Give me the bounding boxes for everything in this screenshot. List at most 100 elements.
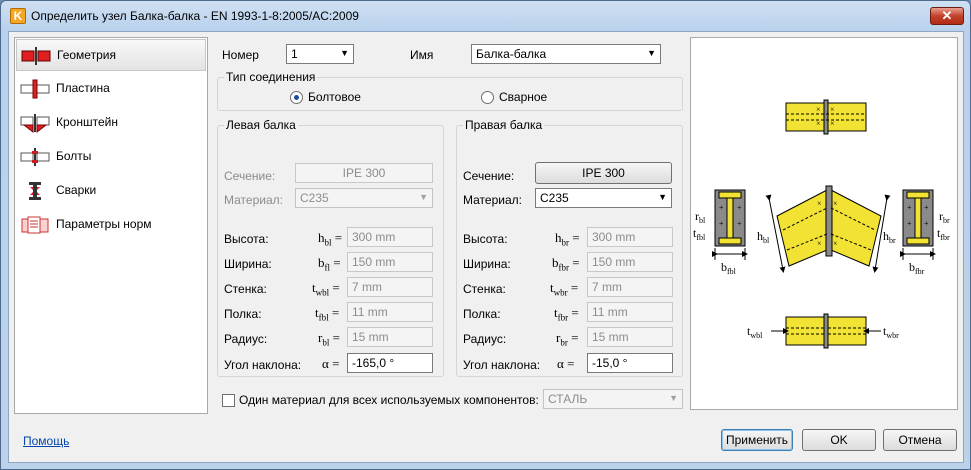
chevron-down-icon: ▼ (658, 192, 667, 202)
sidebar-item-label: Болты (56, 149, 92, 163)
bfbr-label: bfbr (909, 260, 925, 276)
right-section-view: + + + + (900, 189, 936, 260)
right-width-label: Ширина: (463, 257, 511, 271)
tfbr-label: tfbr (937, 226, 950, 242)
left-beam-title: Левая балка (224, 118, 298, 132)
welded-radio[interactable] (481, 91, 494, 104)
name-label: Имя (410, 48, 434, 62)
sidebar-item-code-params[interactable]: Параметры норм (16, 209, 206, 241)
left-material-value: C235 (300, 191, 329, 205)
title-bar[interactable]: K Определить узел Балка-балка - EN 1993-… (1, 1, 970, 31)
sidebar-item-bolts[interactable]: Болты (16, 141, 206, 173)
close-button[interactable]: ✕ (930, 7, 964, 25)
bracket-icon (20, 114, 50, 133)
right-section-label: Сечение: (463, 169, 515, 183)
number-value: 1 (291, 47, 298, 61)
single-material-label[interactable]: Один материал для всех используемых комп… (239, 393, 539, 407)
left-height-label: Высота: (224, 232, 269, 246)
number-label: Номер (222, 48, 259, 62)
name-value: Балка-балка (476, 47, 547, 61)
apply-button[interactable]: Применить (721, 429, 793, 451)
sidebar-item-geometry[interactable]: Геометрия (16, 39, 206, 71)
left-width-symbol: bfl = (318, 255, 341, 273)
elevation-view: × × × × (765, 185, 891, 273)
cancel-button[interactable]: Отмена (883, 429, 957, 451)
svg-text:×: × (833, 199, 838, 208)
welded-label[interactable]: Сварное (499, 90, 547, 104)
window-title: Определить узел Балка-балка - EN 1993-1-… (31, 9, 359, 23)
svg-text:+: + (924, 203, 929, 212)
chevron-down-icon: ▼ (669, 393, 678, 403)
ok-button[interactable]: OK (802, 429, 876, 451)
right-width-symbol: bfbr = (552, 255, 580, 273)
sidebar-item-label: Параметры норм (56, 217, 152, 231)
right-angle-input[interactable]: -15,0 ° (587, 353, 673, 373)
help-link[interactable]: Помощь (23, 434, 69, 448)
right-beam-title: Правая балка (463, 118, 545, 132)
svg-text:×: × (817, 239, 822, 248)
svg-text:+: + (907, 203, 912, 212)
sidebar-item-label: Пластина (56, 81, 110, 95)
hbl-label: hbl (757, 229, 770, 245)
svg-text:×: × (830, 105, 835, 114)
right-section-button[interactable]: IPE 300 (535, 162, 672, 184)
bolts-icon (20, 148, 50, 166)
welds-icon (29, 182, 41, 200)
single-material-dropdown: СТАЛЬ ▼ (543, 389, 683, 409)
left-width-field: 150 mm (347, 252, 433, 272)
left-web-label: Стенка: (224, 282, 267, 296)
left-angle-label: Угол наклона: (224, 358, 302, 372)
dialog-window: K Определить узел Балка-балка - EN 1993-… (0, 0, 971, 470)
sidebar-item-welds[interactable]: Сварки (16, 175, 206, 207)
right-angle-symbol: α = (557, 356, 575, 371)
rbl-label: rbl (695, 209, 706, 225)
left-web-symbol: twbl = (312, 280, 340, 298)
right-web-label: Стенка: (463, 282, 506, 296)
left-radius-symbol: rbl = (318, 330, 340, 348)
svg-text:×: × (833, 239, 838, 248)
chevron-down-icon: ▼ (340, 48, 349, 58)
left-width-label: Ширина: (224, 257, 272, 271)
bottom-view (771, 313, 881, 349)
left-angle-input[interactable]: -165,0 ° (347, 353, 433, 373)
sidebar-item-bracket[interactable]: Кронштейн (16, 107, 206, 139)
svg-text:+: + (719, 219, 724, 228)
sidebar: Геометрия Пластина Кронштейн Болты Сварк… (14, 37, 208, 414)
svg-text:+: + (719, 203, 724, 212)
left-section-view: + + + + (712, 189, 748, 260)
right-radius-symbol: rbr = (556, 330, 579, 348)
left-section-button: IPE 300 (295, 163, 433, 183)
left-radius-field: 15 mm (347, 327, 433, 347)
right-material-dropdown[interactable]: C235 ▼ (535, 188, 672, 208)
left-web-field: 7 mm (347, 277, 433, 297)
bfbl-label: bfbl (721, 260, 737, 276)
right-height-symbol: hbr = (555, 230, 580, 248)
bolted-label[interactable]: Болтовое (308, 90, 361, 104)
app-logo-icon: K (10, 8, 26, 24)
right-width-field: 150 mm (587, 252, 673, 272)
left-flange-label: Полка: (224, 307, 262, 321)
dialog-body: Геометрия Пластина Кронштейн Болты Сварк… (8, 31, 964, 463)
bolted-radio[interactable] (290, 91, 303, 104)
connection-preview: × × × × + + + + rbl tfbl bfbl × × × × hb… (690, 37, 958, 410)
sidebar-item-plate[interactable]: Пластина (16, 73, 206, 105)
number-dropdown[interactable]: 1 ▼ (286, 44, 354, 64)
single-material-checkbox[interactable] (222, 394, 235, 407)
svg-text:+: + (737, 219, 742, 228)
svg-text:×: × (816, 119, 821, 128)
geometry-icon (21, 47, 51, 65)
sidebar-item-label: Геометрия (57, 48, 116, 62)
name-dropdown[interactable]: Балка-балка ▼ (471, 44, 661, 64)
rbr-label: rbr (939, 209, 950, 225)
right-material-label: Материал: (463, 193, 522, 207)
left-section-label: Сечение: (224, 169, 276, 183)
left-material-label: Материал: (224, 193, 283, 207)
left-angle-symbol: α = (322, 356, 340, 371)
right-flange-symbol: tfbr = (554, 305, 579, 323)
right-flange-field: 11 mm (587, 302, 673, 322)
svg-text:+: + (737, 203, 742, 212)
left-material-dropdown: C235 ▼ (295, 188, 433, 208)
code-params-icon (21, 216, 49, 234)
right-height-field: 300 mm (587, 227, 673, 247)
right-flange-label: Полка: (463, 307, 501, 321)
